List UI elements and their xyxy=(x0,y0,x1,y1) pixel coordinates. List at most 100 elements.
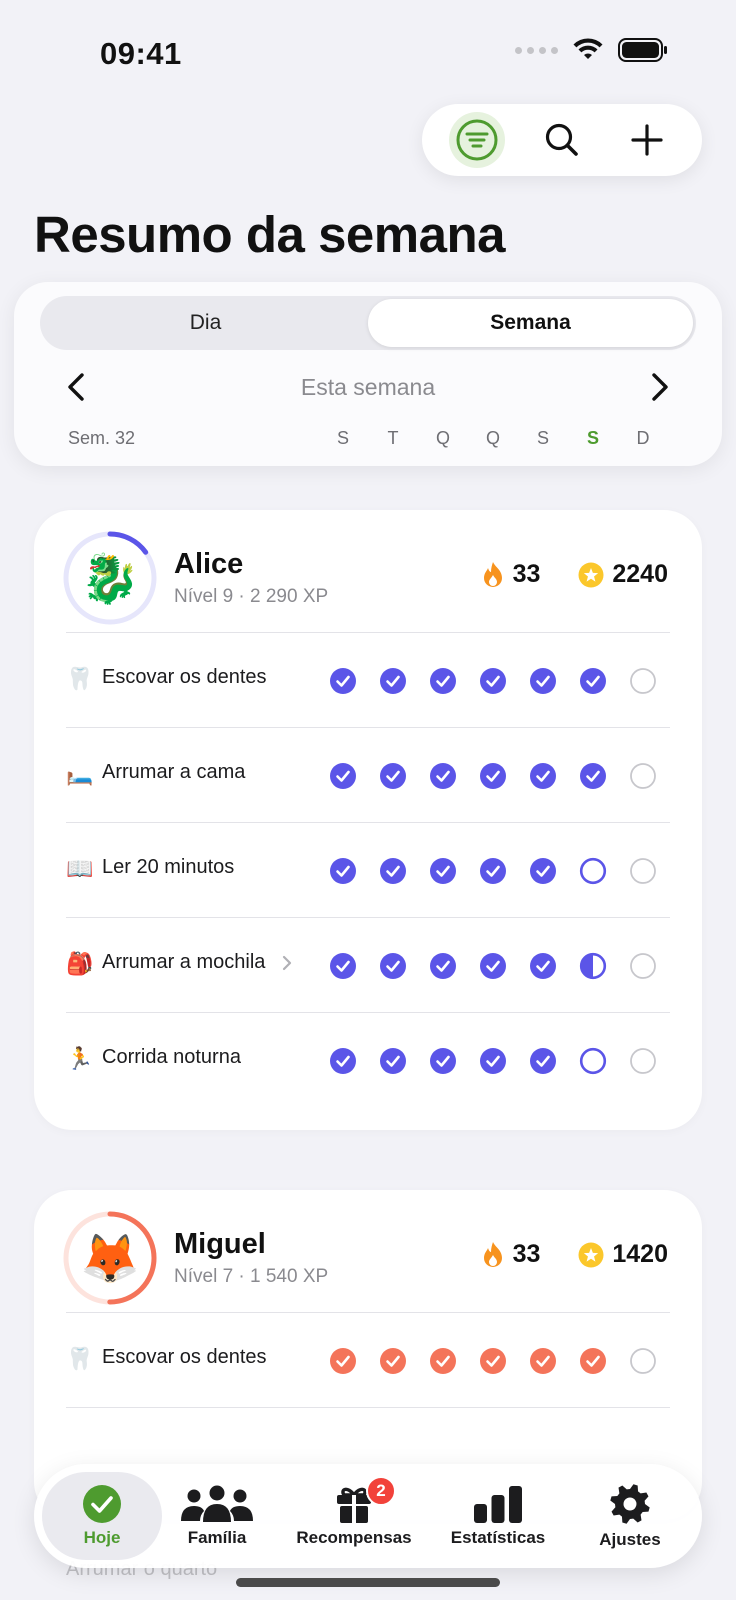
day-status-empty[interactable] xyxy=(629,857,657,885)
habit-name: Corrida noturna xyxy=(102,1046,241,1068)
next-week-button[interactable] xyxy=(642,365,678,409)
chevron-left-icon xyxy=(68,373,84,401)
day-status-done[interactable] xyxy=(429,1047,457,1075)
day-status-done[interactable] xyxy=(529,952,557,980)
home-indicator xyxy=(236,1578,500,1587)
day-status-done[interactable] xyxy=(529,667,557,695)
segment-semana[interactable]: Semana xyxy=(368,299,693,347)
day-status-pending[interactable] xyxy=(579,857,607,885)
tab-label: Família xyxy=(187,1528,247,1547)
tab-recompensas[interactable]: Recompensas 2 xyxy=(286,1472,422,1560)
checkmark-circle-icon xyxy=(83,1485,121,1523)
habit-row: 🦷 Escovar os dentes xyxy=(34,1313,702,1408)
week-number: Sem. 32 xyxy=(68,428,136,448)
flame-icon xyxy=(483,1241,502,1267)
day-status-done[interactable] xyxy=(379,762,407,790)
habit-row: 🦷 Escovar os dentes xyxy=(34,633,702,728)
filter-icon xyxy=(456,119,498,161)
day-status-done[interactable] xyxy=(529,762,557,790)
day-status-done[interactable] xyxy=(429,857,457,885)
people-icon xyxy=(181,1485,253,1522)
day-status-done[interactable] xyxy=(379,1347,407,1375)
row-divider xyxy=(66,1407,670,1408)
person-name: Miguel xyxy=(174,1228,266,1260)
weekday-label: T xyxy=(387,428,399,448)
points-count: 2240 xyxy=(612,560,668,588)
day-status-done[interactable] xyxy=(579,762,607,790)
day-status-done[interactable] xyxy=(379,857,407,885)
day-status-empty[interactable] xyxy=(629,762,657,790)
top-toolbar xyxy=(422,104,702,176)
plus-icon xyxy=(631,124,663,156)
day-status-done[interactable] xyxy=(479,762,507,790)
day-status-done[interactable] xyxy=(479,857,507,885)
streak-count: 33 xyxy=(512,1240,541,1268)
person-level: Nível 9 · 2 290 XP xyxy=(174,586,329,607)
weekday-label: Q xyxy=(485,428,500,448)
day-status-done[interactable] xyxy=(529,1347,557,1375)
habit-name: Arrumar a cama xyxy=(102,761,246,783)
previous-week-button[interactable] xyxy=(58,365,94,409)
day-status-done[interactable] xyxy=(329,1347,357,1375)
tab-ajustes[interactable]: Ajustes xyxy=(578,1472,682,1560)
day-status-done[interactable] xyxy=(329,952,357,980)
day-status-done[interactable] xyxy=(379,667,407,695)
day-status-half[interactable] xyxy=(579,952,607,980)
day-status-done[interactable] xyxy=(479,1347,507,1375)
habit-emoji-icon: 🦷 xyxy=(66,666,94,691)
day-status-done[interactable] xyxy=(479,1047,507,1075)
day-status-done[interactable] xyxy=(329,667,357,695)
period-label: Esta semana xyxy=(300,373,436,400)
add-button[interactable] xyxy=(619,112,675,168)
period-navigator: Esta semana xyxy=(58,362,678,412)
day-status-empty[interactable] xyxy=(629,952,657,980)
day-status-empty[interactable] xyxy=(629,1347,657,1375)
chevron-right-icon xyxy=(652,373,668,401)
segment-dia[interactable]: Dia xyxy=(43,299,368,347)
day-status-done[interactable] xyxy=(329,762,357,790)
day-status-done[interactable] xyxy=(379,952,407,980)
search-button[interactable] xyxy=(534,112,590,168)
chevron-right-icon[interactable] xyxy=(280,952,294,974)
avatar[interactable]: 🦊 xyxy=(62,1210,158,1306)
person-stats: 33 2240 xyxy=(481,560,668,589)
fox-emoji: 🦊 xyxy=(80,1232,140,1286)
day-status-done[interactable] xyxy=(579,1347,607,1375)
view-mode-segmented-control: Dia Semana xyxy=(40,296,696,350)
day-status-done[interactable] xyxy=(429,952,457,980)
avatar[interactable]: 🐉 xyxy=(62,530,158,626)
habit-emoji-icon: 🎒 xyxy=(66,951,94,976)
day-status-empty[interactable] xyxy=(629,1047,657,1075)
day-status-done[interactable] xyxy=(429,667,457,695)
day-status-pending[interactable] xyxy=(579,1047,607,1075)
day-status-done[interactable] xyxy=(329,1047,357,1075)
day-status-done[interactable] xyxy=(579,667,607,695)
day-status-done[interactable] xyxy=(479,952,507,980)
habit-emoji-icon: 🛏️ xyxy=(66,761,94,786)
day-status-done[interactable] xyxy=(529,1047,557,1075)
habit-emoji-icon: 🦷 xyxy=(66,1346,94,1371)
tab-hoje[interactable]: Hoje xyxy=(42,1472,162,1560)
day-status-done[interactable] xyxy=(529,857,557,885)
weekday-label: S xyxy=(536,428,549,448)
day-status-done[interactable] xyxy=(429,1347,457,1375)
filter-button[interactable] xyxy=(448,112,505,168)
person-card: 🐉 Alice Nível 9 · 2 290 XP 33 2240 🦷 Escovar o… xyxy=(34,510,702,1130)
tab-estatisticas[interactable]: Estatísticas xyxy=(440,1472,556,1560)
bar-chart-icon xyxy=(474,1486,522,1523)
day-status-done[interactable] xyxy=(379,1047,407,1075)
weekday-label: S xyxy=(586,428,599,448)
day-status-done[interactable] xyxy=(429,762,457,790)
day-status-done[interactable] xyxy=(479,667,507,695)
tab-label: Ajustes xyxy=(599,1530,661,1549)
day-status-done[interactable] xyxy=(329,857,357,885)
dragon-emoji: 🐉 xyxy=(80,552,140,606)
person-name: Alice xyxy=(174,548,244,580)
gear-icon xyxy=(610,1484,650,1524)
habit-name: Ler 20 minutos xyxy=(102,856,235,878)
day-status-empty[interactable] xyxy=(629,667,657,695)
week-selector-card: Dia Semana Esta semana Sem. 32 S T Q Q S S D xyxy=(14,282,722,466)
streak-count: 33 xyxy=(512,560,541,588)
weekday-label: S xyxy=(336,428,349,448)
tab-familia[interactable]: Família xyxy=(170,1472,264,1560)
